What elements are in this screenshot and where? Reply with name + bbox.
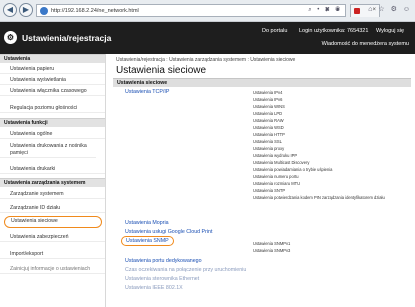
startup-wait-time-link[interactable]: Czas oczekiwania na połączenie przy uruc… (125, 267, 246, 273)
sidebar-item-display[interactable]: Ustawienia wyświetlania (0, 77, 105, 85)
sidebar-heading-settings: Ustawienia (0, 54, 105, 63)
app-title[interactable]: Ustawienia/rejestracja (22, 33, 111, 43)
ethernet-driver-link[interactable]: Ustawienia sterownika Ethernet (125, 276, 199, 282)
admin-message-link[interactable]: Wiadomość do menedżera systemu (322, 41, 409, 47)
page-icon (40, 7, 48, 15)
sub-item-wsd: Ustawienia WSD (253, 125, 284, 130)
page-header: ⚙ Ustawienia/rejestracja Do portalu Logi… (0, 22, 415, 54)
sub-item-snmpv1: Ustawienia SNMPv1 (253, 241, 291, 246)
sub-item-raw: Ustawienia RAW (253, 118, 284, 123)
main-content: Ustawienia/rejestracja : Ustawienia zarz… (108, 54, 415, 307)
sidebar-item-department-id[interactable]: Zarządzanie ID działu (0, 205, 105, 213)
section-header: Ustawienia sieciowe (113, 78, 411, 87)
logout-link[interactable]: Wyloguj się (376, 28, 404, 34)
sub-item-snmpv3: Ustawienia SNMPv3 (253, 248, 291, 253)
sidebar-item-general[interactable]: Ustawienia ogólne (0, 131, 105, 139)
gear-icon: ⚙ (4, 31, 17, 44)
sub-item-wins: Ustawienia WINS (253, 104, 285, 109)
dedicated-port-link[interactable]: Ustawienia portu dedykowanego (125, 258, 202, 264)
sidebar-item-volume[interactable]: Regulacja poziomu głośności (0, 105, 105, 113)
ieee-8021x-link[interactable]: Ustawienia IEEE 802.1X (125, 285, 183, 291)
page-title: Ustawienia sieciowe (116, 65, 207, 76)
browser-tools-icon[interactable]: ⌂ ☆ ⚙ ☺ (368, 5, 412, 13)
portal-link[interactable]: Do portalu (262, 28, 287, 34)
sub-item-proxy: Ustawienia proxy (253, 146, 285, 151)
sub-item-sleep-notify: Ustawienia powiadamiania o trybie uśpien… (253, 167, 333, 172)
sidebar-item-import-export[interactable]: Import/eksport (0, 251, 105, 259)
address-bar[interactable]: http://192.168.2.24/ne_network.html ⌕ • … (36, 4, 346, 17)
login-user-label: Login użytkownika: 7654321 (299, 28, 369, 34)
sub-item-mtu: Ustawienia rozmiaru MTU (253, 181, 301, 186)
sidebar-heading-system: Ustawienia zarządzania systemem (0, 178, 105, 187)
address-controls-icon[interactable]: ⌕ • ✖ ◉ (308, 7, 342, 14)
sidebar-item-initialize[interactable]: Zainicjuj informacje o ustawieniach (0, 266, 105, 274)
sub-item-pin-department: Ustawienia potwierdzania kodem PIN zarzą… (253, 195, 385, 200)
snmp-settings-link[interactable]: Ustawienia SNMP (121, 236, 174, 246)
url-text[interactable]: http://192.168.2.24/ne_network.html (51, 8, 139, 14)
sidebar-item-paper[interactable]: Ustawienia papieru (0, 66, 105, 74)
sidebar-item-system-management[interactable]: Zarządzanie systemem (0, 191, 105, 199)
sidebar-item-timer[interactable]: Ustawienia włącznika czasowego (0, 88, 105, 96)
sub-item-ipv4: Ustawienia IPv4 (253, 90, 283, 95)
sidebar-item-printer[interactable]: Ustawienia drukarki (0, 166, 105, 174)
sidebar: Ustawienia Ustawienia papieru Ustawienia… (0, 54, 106, 307)
breadcrumb: Ustawienia/rejestracja : Ustawienia zarz… (116, 57, 296, 63)
mopria-settings-link[interactable]: Ustawienia Mopria (125, 220, 169, 226)
sub-item-ipv6: Ustawienia IPv6 (253, 97, 283, 102)
favicon-icon (354, 8, 360, 14)
sub-item-ipp: Ustawienia wydruku IPP (253, 153, 298, 158)
tcpip-settings-link[interactable]: Ustawienia TCP/IP (125, 89, 169, 95)
google-cloud-print-link[interactable]: Ustawienia usługi Google Cloud Print (125, 229, 212, 235)
sub-item-ssl: Ustawienia SSL (253, 139, 282, 144)
sidebar-item-network[interactable]: Ustawienia sieciowe (4, 216, 102, 228)
sidebar-item-security[interactable]: Ustawienia zabezpieczeń (0, 234, 105, 242)
sub-item-port-number: Ustawienia numeru portu (253, 174, 299, 179)
sidebar-heading-functions: Ustawienia funkcji (0, 118, 105, 127)
sub-item-http: Ustawienia HTTP (253, 132, 285, 137)
sub-item-sntp: Ustawienia SNTP (253, 188, 286, 193)
sidebar-item-memory-print[interactable]: Ustawienia drukowania z nośnika pamięci (0, 143, 96, 158)
sub-item-lpd: Ustawienia LPD (253, 111, 283, 116)
browser-toolbar: ◀ ▶ http://192.168.2.24/ne_network.html … (0, 0, 415, 22)
sub-item-multicast: Ustawienia Multicast Discovery (253, 160, 310, 165)
arrow-left-icon[interactable]: ◀ (3, 3, 17, 17)
arrow-right-icon[interactable]: ▶ (19, 3, 33, 17)
